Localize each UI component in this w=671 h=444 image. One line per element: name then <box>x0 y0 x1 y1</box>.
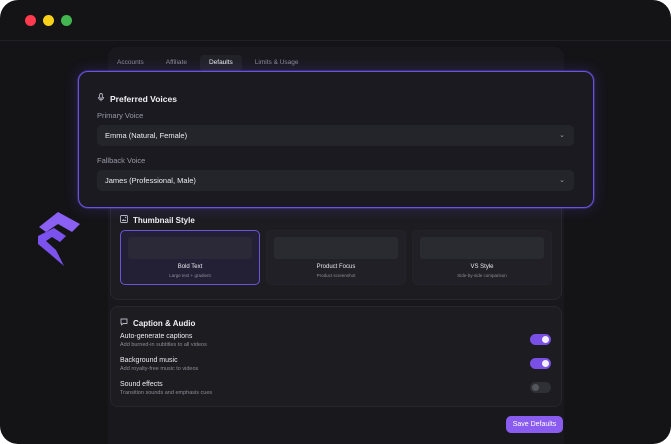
setting-desc: Add royalty-free music to videos <box>120 366 199 372</box>
caption-audio-card: Caption & Audio Auto-generate captions A… <box>110 306 562 407</box>
primary-voice-label: Primary Voice <box>97 111 144 120</box>
setting-title: Background music <box>120 357 178 364</box>
fallback-voice-label: Fallback Voice <box>97 156 146 165</box>
preferred-voices-heading: Preferred Voices <box>97 93 177 104</box>
setting-title: Sound effects <box>120 381 163 388</box>
app-window: Accounts Affiliate Defaults Limits & Usa… <box>0 0 671 444</box>
tab-accounts[interactable]: Accounts <box>108 55 153 71</box>
close-window-button[interactable] <box>25 15 36 26</box>
preferred-voices-card: Preferred Voices Primary Voice Emma (Nat… <box>78 71 594 208</box>
fallback-voice-value: James (Professional, Male) <box>105 176 196 185</box>
thumbnail-option-name: Product Focus <box>316 264 356 270</box>
setting-row-background-music: Background music Add royalty-free music … <box>120 357 551 379</box>
primary-voice-value: Emma (Natural, Female) <box>105 131 188 140</box>
chevron-down-icon: ⌄ <box>559 177 565 184</box>
thumbnail-option-name: Bold Text <box>177 264 203 270</box>
maximize-window-button[interactable] <box>61 15 72 26</box>
tab-limits-usage[interactable]: Limits & Usage <box>246 55 308 71</box>
caption-audio-heading: Caption & Audio <box>120 318 195 328</box>
setting-desc: Add burned-in subtitles to all videos <box>120 342 207 348</box>
fallback-voice-select[interactable]: James (Professional, Male) ⌄ <box>97 170 574 191</box>
thumbnail-option-vs-style[interactable]: VS Style Side-by-side comparison <box>412 230 552 285</box>
image-icon <box>120 215 128 225</box>
minimize-window-button[interactable] <box>43 15 54 26</box>
setting-desc: Transition sounds and emphasis cues <box>120 390 213 396</box>
tab-bar: Accounts Affiliate Defaults Limits & Usa… <box>108 55 308 71</box>
microphone-icon <box>97 93 105 104</box>
save-defaults-button[interactable]: Save Defaults <box>506 416 563 433</box>
thumbnail-preview <box>274 237 398 259</box>
background-music-toggle[interactable] <box>530 358 551 369</box>
toggle-knob <box>542 336 549 343</box>
divider <box>0 40 671 41</box>
thumbnail-style-title: Thumbnail Style <box>133 215 195 225</box>
thumbnail-style-heading: Thumbnail Style <box>120 215 195 225</box>
auto-captions-toggle[interactable] <box>530 334 551 345</box>
thumbnail-option-name: VS Style <box>470 264 494 270</box>
sound-effects-toggle[interactable] <box>530 382 551 393</box>
thumbnail-style-card: Thumbnail Style Bold Text Large text + g… <box>110 208 562 300</box>
thumbnail-option-desc: Large text + gradient <box>169 273 211 278</box>
setting-row-sound-effects: Sound effects Transition sounds and emph… <box>120 381 551 403</box>
preferred-voices-title: Preferred Voices <box>110 93 177 104</box>
primary-voice-select[interactable]: Emma (Natural, Female) ⌄ <box>97 125 574 146</box>
chevron-up-icon <box>38 212 80 266</box>
thumbnail-preview <box>128 237 252 259</box>
chevron-down-icon: ⌄ <box>559 132 565 139</box>
setting-row-auto-captions: Auto-generate captions Add burned-in sub… <box>120 333 551 355</box>
thumbnail-option-product-focus[interactable]: Product Focus Product screenshot <box>266 230 406 285</box>
tab-defaults[interactable]: Defaults <box>199 55 242 71</box>
caption-audio-title: Caption & Audio <box>133 318 196 328</box>
thumbnail-preview <box>420 237 544 259</box>
title-bar <box>0 0 671 40</box>
thumbnail-option-bold-text[interactable]: Bold Text Large text + gradient <box>120 230 260 285</box>
thumbnail-option-desc: Product screenshot <box>316 273 356 278</box>
chat-bubble-icon <box>120 318 128 328</box>
thumbnail-option-desc: Side-by-side comparison <box>457 273 507 278</box>
toggle-knob <box>532 384 539 391</box>
setting-title: Auto-generate captions <box>120 333 193 340</box>
tab-affiliate[interactable]: Affiliate <box>157 55 196 71</box>
toggle-knob <box>542 360 549 367</box>
